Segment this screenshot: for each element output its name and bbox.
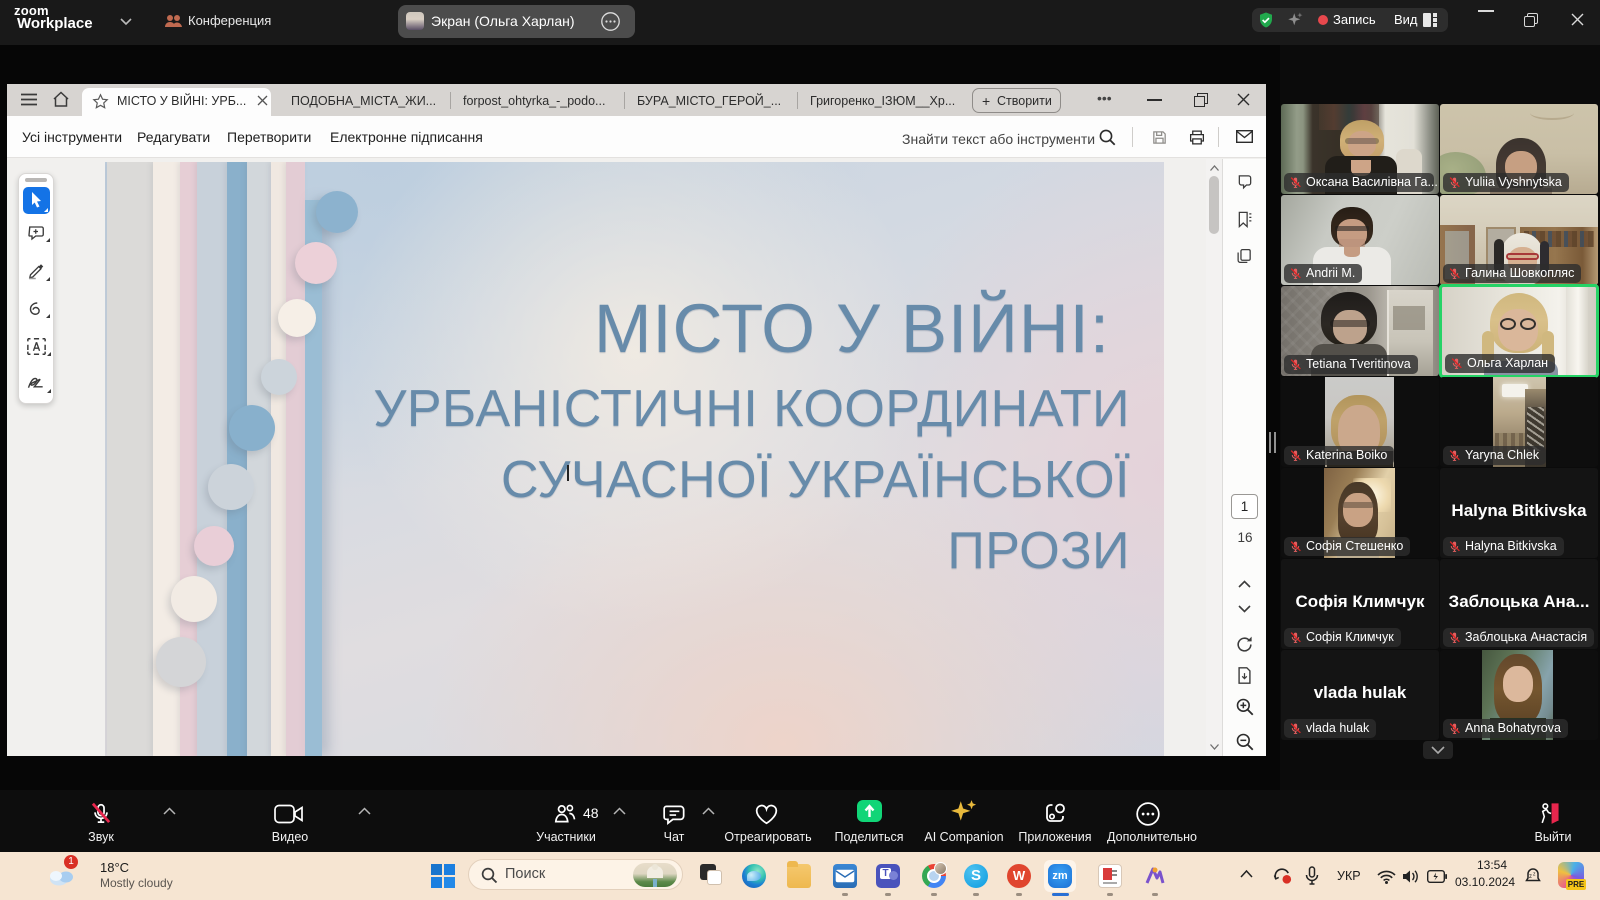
svg-text:z: z [1529,874,1532,880]
svg-text:z: z [1533,872,1536,878]
